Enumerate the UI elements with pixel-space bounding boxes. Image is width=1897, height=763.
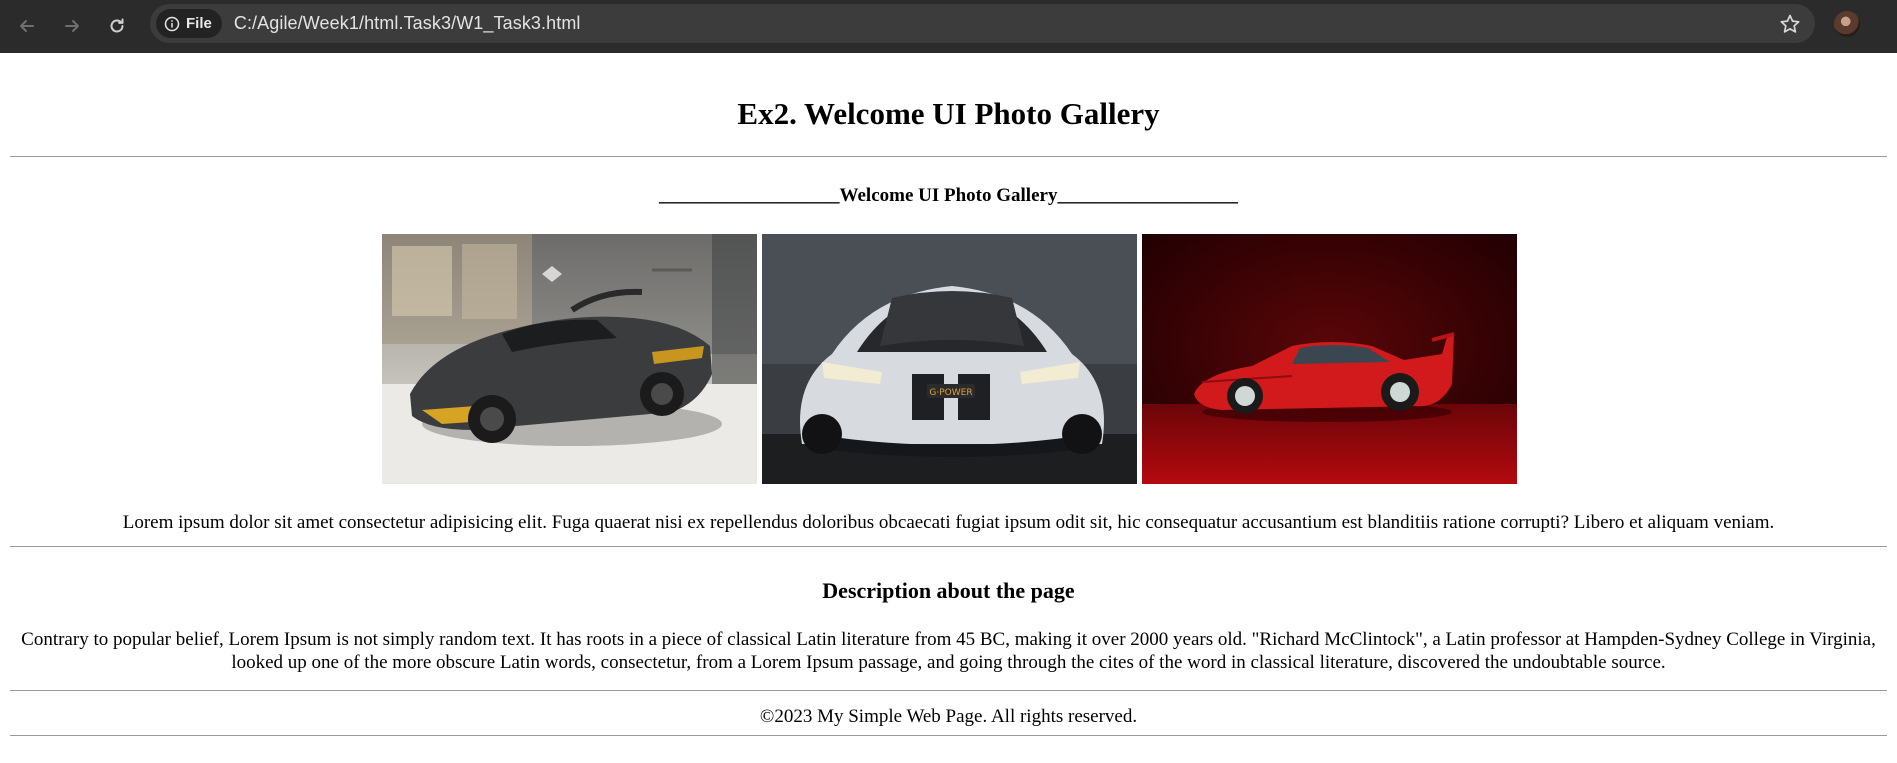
browser-toolbar: File C:/Agile/Week1/html.Task3/W1_Task3.… <box>0 0 1897 53</box>
url-text[interactable]: C:/Agile/Week1/html.Task3/W1_Task3.html <box>234 13 581 34</box>
description-paragraph: Contrary to popular belief, Lorem Ipsum … <box>21 629 1876 673</box>
gallery-photo-redcar <box>1142 234 1517 484</box>
bookmark-button[interactable] <box>1779 13 1801 40</box>
page-title: Ex2. Welcome UI Photo Gallery <box>737 96 1160 131</box>
back-button[interactable] <box>13 12 41 40</box>
divider <box>10 546 1887 547</box>
site-info-chip[interactable]: File <box>156 9 222 38</box>
gallery-heading: ___________________Welcome UI Photo Gall… <box>659 185 1238 206</box>
address-bar[interactable]: File C:/Agile/Week1/html.Task3/W1_Task3.… <box>150 4 1815 43</box>
divider <box>10 690 1887 691</box>
reload-button[interactable] <box>103 12 131 40</box>
forward-button[interactable] <box>58 12 86 40</box>
arrow-left-icon <box>20 20 34 32</box>
star-icon <box>1780 14 1800 33</box>
gallery-photo-supercar <box>382 234 757 484</box>
profile-avatar[interactable] <box>1834 11 1860 37</box>
info-icon <box>164 16 180 31</box>
gallery-photo-sedan: G·POWER <box>762 234 1137 484</box>
arrow-right-icon <box>65 20 79 32</box>
divider <box>10 156 1887 157</box>
description-heading: Description about the page <box>822 578 1075 603</box>
footer-text: ©2023 My Simple Web Page. All rights res… <box>759 706 1138 727</box>
photo-gallery: G·POWER <box>382 234 1517 484</box>
divider <box>10 735 1887 736</box>
page-content: Ex2. Welcome UI Photo Gallery __________… <box>0 53 1897 763</box>
lorem-paragraph: Lorem ipsum dolor sit amet consectetur a… <box>122 512 1775 533</box>
svg-text:G·POWER: G·POWER <box>929 388 972 398</box>
file-chip-label: File <box>186 15 212 32</box>
reload-icon <box>110 18 124 33</box>
